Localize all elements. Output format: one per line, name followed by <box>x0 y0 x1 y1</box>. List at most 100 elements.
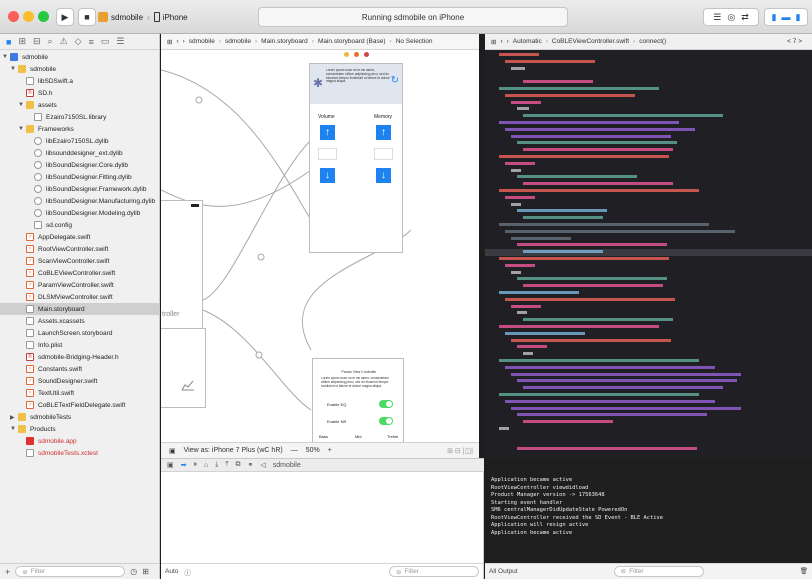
navigator-item[interactable]: libSoundDesigner.Fitting.dylib <box>0 171 159 183</box>
view-as-label[interactable]: View as: iPhone 7 Plus (wC hR) <box>184 447 283 454</box>
navigator-item[interactable]: › DLSMViewController.swift <box>0 291 159 303</box>
navigator-item[interactable]: ▼ sdmobile <box>0 51 159 63</box>
navigator-item[interactable]: ▶ sdmobileTests <box>0 411 159 423</box>
counter[interactable]: < 7 > <box>787 38 802 45</box>
view-debugger-icon[interactable]: ⧉ <box>235 461 240 469</box>
variables-filter-input[interactable]: ⊜ Filter <box>389 566 479 577</box>
cobe-view-controller-scene[interactable]: ✱ Lorem ipsum dolor sit er elit lamet, c… <box>309 63 403 253</box>
close-window-button[interactable] <box>8 11 19 22</box>
navigator-item[interactable]: Assets.xcassets <box>0 315 159 327</box>
navigator-item[interactable]: ▼ sdmobile <box>0 63 159 75</box>
add-icon[interactable]: + <box>5 567 10 577</box>
breadcrumb-item[interactable]: sdmobile <box>225 38 251 45</box>
navigator-item[interactable]: Main.storyboard <box>0 303 159 315</box>
scheme-selector[interactable]: sdmobile › iPhone <box>98 8 258 26</box>
partial-scene[interactable] <box>161 328 206 408</box>
navigator-item[interactable]: libsounddesigner_ext.dylib <box>0 147 159 159</box>
disclosure-expanded-icon[interactable]: ▼ <box>10 66 18 72</box>
minimize-window-button[interactable] <box>23 11 34 22</box>
breadcrumb-item[interactable]: Automatic <box>513 38 542 45</box>
source-control-tab-icon[interactable]: ⊞ <box>18 36 26 47</box>
navigator-item[interactable]: libEzairo7150SL.dylib <box>0 135 159 147</box>
navigator-item[interactable]: libSDSwift.a <box>0 75 159 87</box>
location-icon[interactable]: ◁ <box>260 461 265 469</box>
navigator-item[interactable]: › ParamViewController.swift <box>0 279 159 291</box>
assistant-editor-icon[interactable]: ◎ <box>727 12 735 23</box>
breakpoint-tab-icon[interactable]: ▭ <box>101 36 110 47</box>
navigator-filter-input[interactable]: ⊜ Filter <box>15 566 126 577</box>
info-icon[interactable]: ⓘ <box>184 567 191 577</box>
back-icon[interactable]: ‹ <box>500 38 502 45</box>
hide-debug-icon[interactable]: ▣ <box>167 461 174 469</box>
memory-up-button[interactable]: ↑ <box>376 125 391 140</box>
debug-tab-icon[interactable]: ≡ <box>89 37 94 47</box>
code-area[interactable] <box>485 50 812 458</box>
navigator-item[interactable]: › RootViewController.swift <box>0 243 159 255</box>
outline-toggle-icon[interactable]: ▣ <box>169 447 176 455</box>
layout-controls-icon[interactable]: ⊞ ⊟ |◫| <box>447 447 473 455</box>
navigator-item[interactable]: sdmobile.app <box>0 435 159 447</box>
navigator-item[interactable]: › CoBLEViewController.swift <box>0 267 159 279</box>
panel-toggle-segmented[interactable]: ▮ ▬ ▮ <box>764 8 808 26</box>
debug-toggle-icon[interactable]: ▬ <box>782 12 791 22</box>
scm-filter-icon[interactable]: ⊞ <box>142 567 149 576</box>
standard-editor-icon[interactable]: ☰ <box>713 12 721 23</box>
navigator-item[interactable]: h SD.h <box>0 87 159 99</box>
navigator-item[interactable]: ▼ Products <box>0 423 159 435</box>
memory-down-button[interactable]: ↓ <box>376 168 391 183</box>
test-tab-icon[interactable]: ◇ <box>75 36 82 47</box>
step-over-icon[interactable]: ⌂ <box>204 462 208 469</box>
refresh-icon[interactable]: ↻ <box>391 75 399 86</box>
pause-icon[interactable]: ⏸ <box>194 461 198 469</box>
recent-files-icon[interactable]: ◷ <box>130 567 137 576</box>
forward-icon[interactable]: › <box>183 38 185 45</box>
issue-tab-icon[interactable]: ⚠ <box>60 36 68 47</box>
navigator-item[interactable]: sd.config <box>0 219 159 231</box>
navigator-item[interactable]: › TextUtil.swift <box>0 387 159 399</box>
breakpoints-toggle-icon[interactable]: ➡ <box>181 461 187 469</box>
navigator-item[interactable]: › AppDelegate.swift <box>0 231 159 243</box>
disclosure-expanded-icon[interactable]: ▼ <box>18 102 26 108</box>
navigator-item[interactable]: libSoundDesigner.Framework.dylib <box>0 183 159 195</box>
zoom-window-button[interactable] <box>38 11 49 22</box>
navigator-toggle-icon[interactable]: ▮ <box>772 12 777 23</box>
volume-up-button[interactable]: ↑ <box>320 125 335 140</box>
run-button[interactable]: ▶ <box>56 8 74 26</box>
breadcrumb-item[interactable]: Main.storyboard (Base) <box>318 38 386 45</box>
navigator-item[interactable]: libSoundDesigner.Modeling.dylib <box>0 207 159 219</box>
disclosure-expanded-icon[interactable]: ▼ <box>2 54 10 60</box>
disclosure-expanded-icon[interactable]: ▼ <box>18 126 26 132</box>
breadcrumb-item[interactable]: connect() <box>639 38 666 45</box>
zoom-out-icon[interactable]: — <box>291 447 298 454</box>
navigator-item[interactable]: Info.plist <box>0 339 159 351</box>
navigator-item[interactable]: › ScanViewController.swift <box>0 255 159 267</box>
auto-selector[interactable]: Auto <box>165 568 178 575</box>
disclosure-collapsed-icon[interactable]: ▶ <box>10 414 18 421</box>
scene-dock-icon[interactable] <box>363 52 369 57</box>
navigator-item[interactable]: ▼ assets <box>0 99 159 111</box>
inspector-toggle-icon[interactable]: ▮ <box>796 12 801 23</box>
forward-icon[interactable]: › <box>507 38 509 45</box>
report-tab-icon[interactable]: ☰ <box>116 36 124 47</box>
symbol-tab-icon[interactable]: ⊟ <box>33 36 41 47</box>
search-tab-icon[interactable]: ⌕ <box>48 36 53 47</box>
enable-nr-toggle[interactable] <box>379 417 393 425</box>
step-in-icon[interactable]: ⤓ <box>215 461 218 469</box>
console-output[interactable]: Application became active RootViewControl… <box>485 472 812 579</box>
navigator-item[interactable]: LaunchScreen.storyboard <box>0 327 159 339</box>
memory-graph-icon[interactable]: ⚭ <box>247 461 253 469</box>
related-items-icon[interactable]: ⊞ <box>491 38 496 46</box>
volume-down-button[interactable]: ↓ <box>320 168 335 183</box>
zoom-in-icon[interactable]: + <box>328 447 332 454</box>
navigator-item[interactable]: › Constants.swift <box>0 363 159 375</box>
navigator-item[interactable]: sdmobileTests.xctest <box>0 447 159 459</box>
related-items-icon[interactable]: ⊞ <box>167 38 172 46</box>
stop-button[interactable]: ■ <box>78 8 96 26</box>
navigator-item[interactable]: › CoBLETextFieldDelegate.swift <box>0 399 159 411</box>
version-editor-icon[interactable]: ⇄ <box>741 12 749 23</box>
navigator-item[interactable]: libSoundDesigner.Core.dylib <box>0 159 159 171</box>
enable-eq-toggle[interactable] <box>379 400 393 408</box>
breadcrumb-item[interactable]: No Selection <box>396 38 433 45</box>
editor-mode-segmented[interactable]: ☰ ◎ ⇄ <box>703 8 759 26</box>
param-view-controller-scene[interactable]: Param View Controller Lorem ipsum dolor … <box>312 368 404 443</box>
